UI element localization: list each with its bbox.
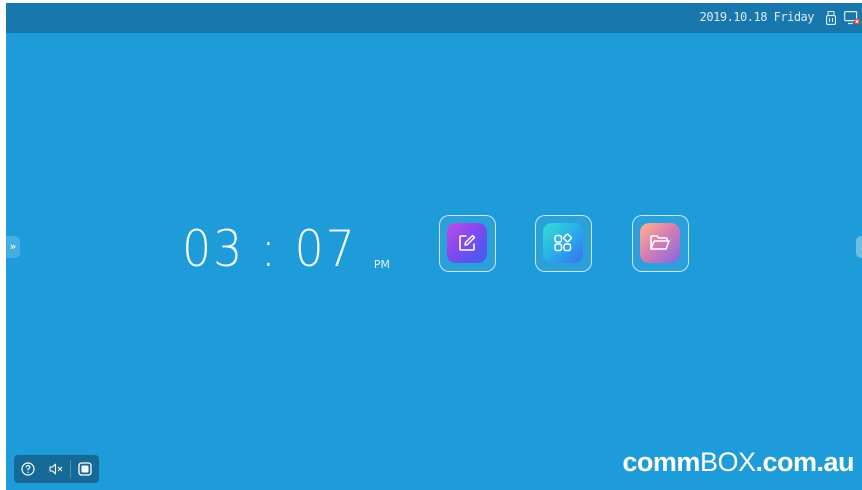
help-icon xyxy=(21,462,35,476)
home-screen: 2019.10.18 Friday » 03 : 07 PM commBOX.c… xyxy=(6,3,862,490)
mute-icon xyxy=(49,463,63,475)
file-manager-icon-bg xyxy=(640,223,680,263)
file-manager-button[interactable] xyxy=(632,215,689,272)
folder-icon xyxy=(650,235,670,250)
mute-button[interactable] xyxy=(42,455,70,483)
clock-time: 03 : 07 xyxy=(182,220,357,278)
brand-watermark: commBOX.com.au xyxy=(622,447,854,478)
apps-button[interactable] xyxy=(535,215,592,272)
apps-grid-icon xyxy=(554,233,572,252)
stop-button[interactable] xyxy=(71,455,99,483)
note-app-button[interactable] xyxy=(439,215,496,272)
date-label: 2019.10.18 Friday xyxy=(699,10,815,24)
brand-part-3: .com.au xyxy=(755,447,854,477)
usb-icon[interactable] xyxy=(826,11,836,25)
screen-share-icon[interactable] xyxy=(844,11,860,25)
note-edit-icon xyxy=(459,234,476,251)
clock: 03 : 07 PM xyxy=(182,209,390,279)
apps-icon-bg xyxy=(543,223,583,263)
clock-ampm: PM xyxy=(373,258,391,271)
help-button[interactable] xyxy=(14,455,42,483)
left-sidebar-toggle[interactable]: » xyxy=(6,236,20,258)
status-bar: 2019.10.18 Friday xyxy=(6,3,862,33)
right-sidebar-toggle[interactable] xyxy=(856,236,862,258)
brand-part-1: comm xyxy=(622,447,700,477)
brand-part-2: BOX xyxy=(699,447,756,477)
double-chevron-right-icon: » xyxy=(9,240,17,253)
bottom-toolbar xyxy=(14,455,99,483)
note-app-icon-bg xyxy=(447,223,487,263)
stop-square-icon xyxy=(78,462,92,476)
